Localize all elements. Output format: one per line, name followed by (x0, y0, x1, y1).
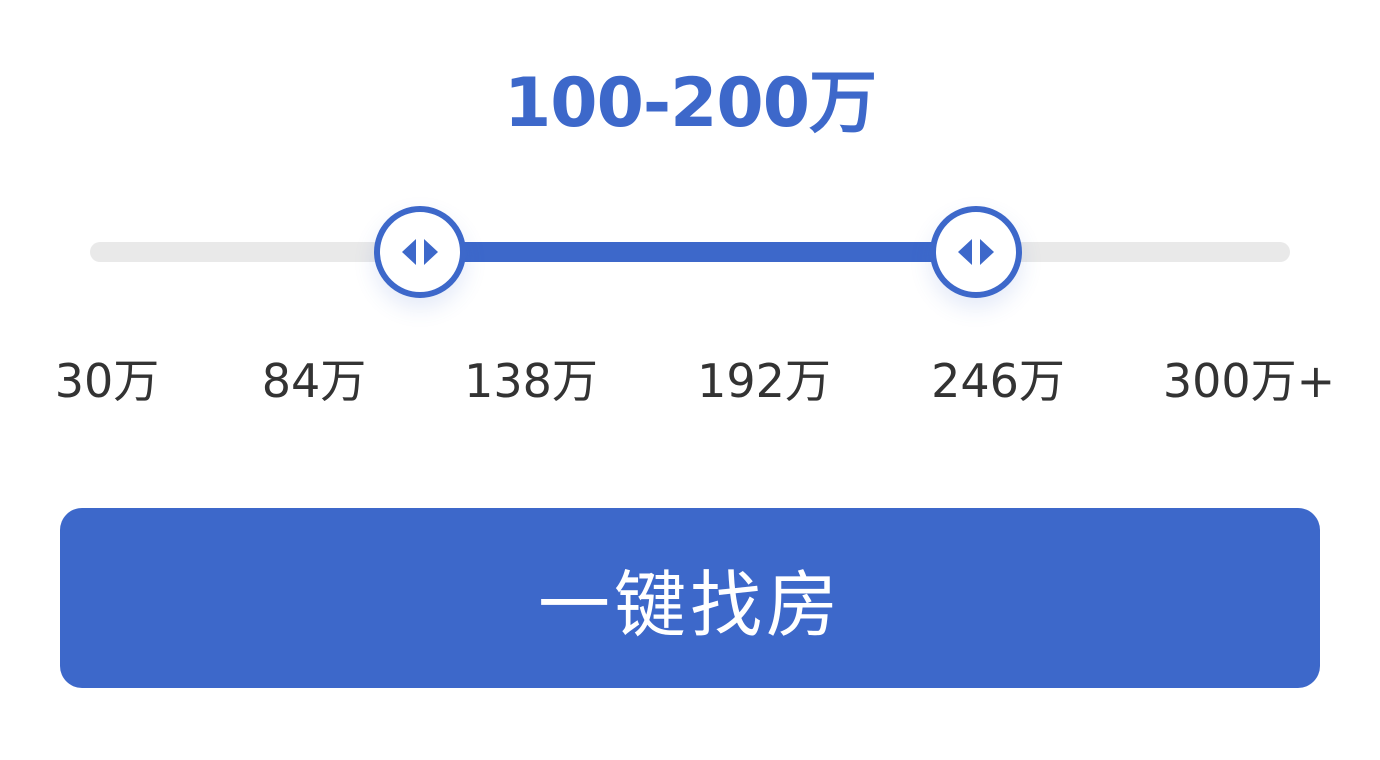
slider-selected-track (420, 242, 976, 262)
tick-label-138: 138万 (464, 354, 598, 408)
tick-label-300-plus: 300万+ (1162, 354, 1336, 408)
price-range-slider[interactable] (90, 206, 1290, 298)
arrow-left-icon (958, 239, 972, 265)
tick-label-84: 84万 (261, 354, 367, 408)
tick-label-30: 30万 (54, 354, 160, 408)
selected-price-range: 100-200万 (503, 64, 877, 143)
left-right-arrows-icon (958, 239, 994, 265)
arrow-left-icon (402, 239, 416, 265)
left-right-arrows-icon (402, 239, 438, 265)
arrow-right-icon (424, 239, 438, 265)
slider-handle-max[interactable] (930, 206, 1022, 298)
tick-label-246: 246万 (931, 354, 1065, 408)
tick-label-192: 192万 (697, 354, 831, 408)
arrow-right-icon (980, 239, 994, 265)
find-house-button[interactable]: 一键找房 (60, 508, 1320, 688)
slider-handle-min[interactable] (374, 206, 466, 298)
